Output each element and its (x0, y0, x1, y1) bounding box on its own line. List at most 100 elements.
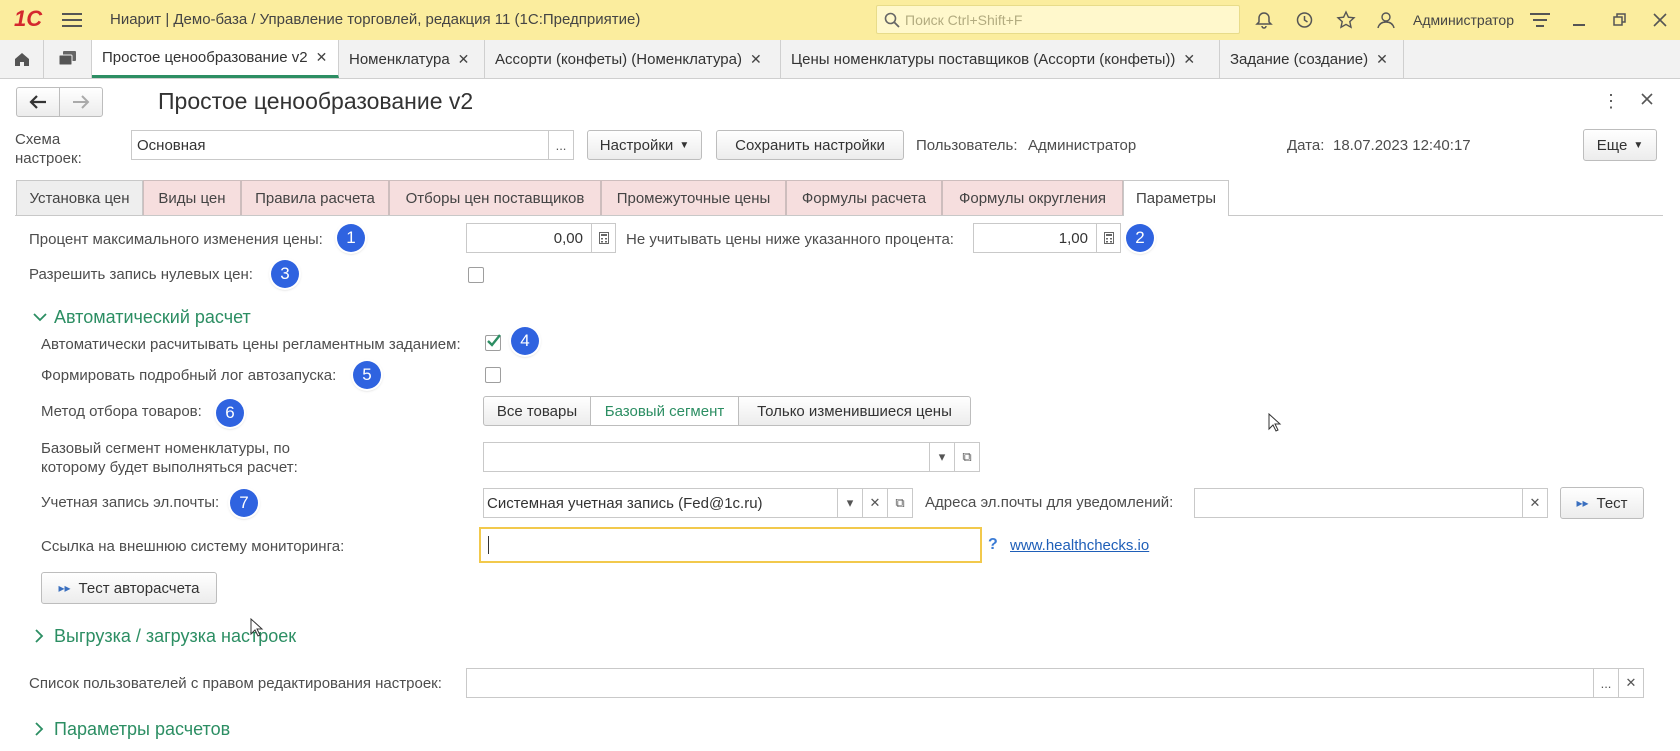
settings-dropdown-button[interactable]: Настройки ▼ (587, 130, 702, 160)
date-label: Дата: (1287, 137, 1325, 154)
auto-calc-section-title[interactable]: Автоматический расчет (54, 307, 251, 328)
history-icon[interactable] (1292, 8, 1316, 32)
calculator-icon[interactable] (1096, 224, 1120, 252)
tab-intermediate-prices[interactable]: Промежуточные цены (601, 180, 786, 215)
base-segment-field[interactable]: ▾ ⧉ (483, 442, 980, 472)
annotation-badge-1: 1 (337, 224, 365, 252)
user-account-icon[interactable] (1374, 8, 1398, 32)
editors-label: Список пользователей с правом редактиров… (29, 675, 442, 692)
main-menu-icon[interactable] (60, 8, 84, 32)
test-email-button[interactable]: ▸▸ Тест (1560, 487, 1644, 519)
tab-parameters[interactable]: Параметры (1123, 180, 1229, 216)
notify-emails-field[interactable]: ✕ (1194, 488, 1548, 518)
calc-params-section-title[interactable]: Параметры расчетов (54, 719, 230, 740)
settings-menu-icon[interactable] (1528, 8, 1552, 32)
tab-rounding-formulas[interactable]: Формулы округления (942, 180, 1123, 215)
choose-ellipsis-icon[interactable]: ... (548, 131, 573, 159)
notify-emails-label: Адреса эл.почты для уведомлений: (925, 494, 1174, 511)
calculator-icon[interactable] (591, 224, 615, 252)
close-tab-icon[interactable]: ✕ (750, 51, 762, 68)
tab-assorti-nomenclature[interactable]: Ассорти (конфеты) (Номенклатура) ✕ (485, 40, 781, 78)
favorites-star-icon[interactable] (1334, 8, 1358, 32)
annotation-badge-4: 4 (511, 327, 539, 355)
choose-ellipsis-icon[interactable]: ... (1593, 669, 1618, 697)
more-actions-vertical-icon[interactable]: ⋮ (1602, 91, 1620, 112)
tab-simple-pricing[interactable]: Простое ценообразование v2 ✕ (92, 40, 339, 78)
minimize-icon[interactable] (1568, 8, 1592, 32)
editors-list-field[interactable]: ... ✕ (466, 668, 1644, 698)
auto-calc-label: Автоматически расчитывать цены регламент… (41, 336, 461, 353)
tab-calc-rules[interactable]: Правила расчета (241, 180, 389, 215)
tab-supplier-prices[interactable]: Цены номенклатуры поставщиков (Ассорти (… (781, 40, 1220, 78)
window-title: Ниарит | Демо-база / Управление торговле… (110, 11, 641, 28)
selection-changed-prices-button[interactable]: Только изменившиеся цены (738, 396, 971, 426)
home-tab[interactable] (0, 40, 44, 78)
tab-nomenclature[interactable]: Номенклатура ✕ (339, 40, 485, 78)
notifications-bell-icon[interactable] (1252, 8, 1276, 32)
detailed-log-label: Формировать подробный лог автозапуска: (41, 367, 337, 384)
clear-icon[interactable]: ✕ (1522, 489, 1547, 517)
discussions-tab[interactable] (44, 40, 92, 78)
chevron-right-icon[interactable] (34, 722, 44, 740)
settings-scheme-field[interactable]: Основная ... (131, 130, 574, 160)
dropdown-arrow-icon[interactable]: ▾ (837, 489, 862, 517)
selection-all-goods-button[interactable]: Все товары (483, 396, 591, 426)
email-account-label: Учетная запись эл.почты: (41, 494, 220, 511)
chat-icon (58, 51, 76, 66)
help-icon[interactable]: ? (988, 536, 998, 554)
allow-zero-label: Разрешить запись нулевых цен: (29, 266, 253, 283)
allow-zero-checkbox[interactable] (468, 267, 484, 283)
tab-label: Номенклатура (349, 50, 450, 68)
email-account-field[interactable]: Системная учетная запись (Fed@1c.ru) ▾ ✕… (483, 488, 913, 518)
open-item-icon[interactable]: ⧉ (954, 443, 979, 471)
form-title: Простое ценообразование v2 (158, 88, 474, 114)
text-cursor (488, 536, 489, 554)
email-account-value: Системная учетная запись (Fed@1c.ru) (487, 495, 763, 512)
close-tab-icon[interactable]: ✕ (316, 49, 328, 66)
tab-task-create[interactable]: Задание (создание) ✕ (1220, 40, 1404, 78)
tab-panel-border (15, 215, 1663, 216)
close-tab-icon[interactable]: ✕ (1183, 51, 1195, 68)
tab-calc-formulas[interactable]: Формулы расчета (786, 180, 942, 215)
monitoring-url-input[interactable] (479, 527, 982, 563)
annotation-badge-2: 2 (1126, 224, 1154, 252)
max-change-label: Процент максимального изменения цены: (29, 231, 323, 248)
chevron-down-icon: ▼ (679, 139, 690, 151)
healthchecks-link[interactable]: www.healthchecks.io (1010, 537, 1149, 554)
global-search-input[interactable]: Поиск Ctrl+Shift+F (876, 5, 1240, 34)
back-button[interactable] (16, 87, 60, 117)
clear-icon[interactable]: ✕ (862, 489, 887, 517)
settings-scheme-value: Основная (137, 137, 206, 154)
save-settings-button[interactable]: Сохранить настройки (716, 130, 904, 160)
tab-price-types[interactable]: Виды цен (143, 180, 241, 215)
auto-calc-checkbox[interactable] (485, 334, 501, 351)
tab-label: Простое ценообразование v2 (102, 49, 308, 66)
close-form-icon[interactable] (1640, 92, 1654, 110)
close-window-icon[interactable] (1648, 8, 1672, 32)
ignore-below-label: Не учитывать цены ниже указанного процен… (626, 231, 954, 248)
forward-button[interactable] (59, 87, 103, 117)
test-auto-calc-button[interactable]: ▸▸ Тест авторасчета (41, 572, 217, 604)
open-item-icon[interactable]: ⧉ (887, 489, 912, 517)
user-label: Пользователь: (916, 137, 1018, 154)
home-icon (14, 53, 29, 66)
selection-base-segment-button[interactable]: Базовый сегмент (590, 396, 739, 426)
restore-window-icon[interactable] (1608, 8, 1632, 32)
monitoring-label: Ссылка на внешнюю систему мониторинга: (41, 538, 345, 555)
ignore-below-input[interactable]: 1,00 (973, 223, 1121, 253)
dropdown-arrow-icon[interactable]: ▾ (929, 443, 954, 471)
max-change-input[interactable]: 0,00 (466, 223, 616, 253)
chevron-right-icon[interactable] (34, 629, 44, 647)
tab-label: Ассорти (конфеты) (Номенклатура) (495, 50, 742, 68)
close-tab-icon[interactable]: ✕ (1376, 51, 1388, 68)
tab-supplier-filters[interactable]: Отборы цен поставщиков (389, 180, 601, 215)
more-button[interactable]: Еще ▼ (1583, 129, 1657, 161)
annotation-badge-6: 6 (216, 399, 244, 427)
close-tab-icon[interactable]: ✕ (458, 51, 470, 68)
chevron-down-icon: ▼ (1633, 139, 1644, 151)
annotation-badge-5: 5 (353, 361, 381, 389)
chevron-down-icon[interactable] (33, 309, 47, 326)
detailed-log-checkbox[interactable] (485, 367, 501, 383)
tab-price-setting[interactable]: Установка цен (16, 180, 143, 215)
clear-icon[interactable]: ✕ (1618, 669, 1643, 697)
